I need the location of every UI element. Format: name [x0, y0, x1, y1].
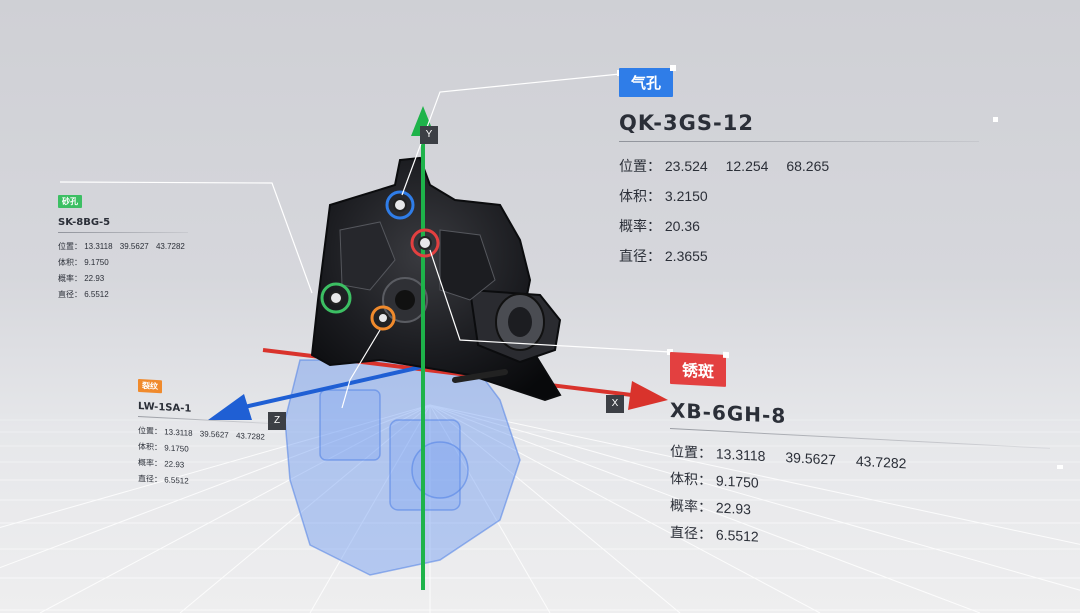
- defect-tag: 砂孔: [58, 195, 82, 208]
- position-label: 位置：: [670, 443, 712, 462]
- position-z: 43.7282: [855, 452, 907, 472]
- defect-code: QK-3GS-12: [619, 111, 754, 135]
- defect-panel-qikong[interactable]: 气孔 QK-3GS-12 位置： 23.524 12.254 68.265 体积…: [619, 65, 1009, 266]
- probability-value: 22.93: [715, 499, 751, 518]
- diameter-label: 直径：: [619, 248, 661, 264]
- position-y: 12.254: [725, 158, 769, 174]
- defect-code: XB-6GH-8: [670, 398, 787, 429]
- defect-panel-small2[interactable]: 裂纹 LW-1SA-1 位置： 13.3118 39.5627 43.7282 …: [138, 375, 288, 492]
- defect-tag-label: 砂孔: [62, 197, 78, 206]
- volume-value: 9.1750: [84, 258, 109, 267]
- diameter-value: 2.3655: [664, 248, 708, 264]
- diameter-label: 直径：: [670, 524, 712, 543]
- tag-corner-dot: [723, 351, 730, 359]
- diameter-value: 6.5512: [84, 290, 109, 299]
- defect-tag: 锈斑: [670, 351, 730, 387]
- volume-value: 3.2150: [664, 188, 708, 204]
- probability-row: 概率： 22.93: [138, 457, 288, 476]
- position-y: 39.5627: [119, 242, 149, 251]
- position-row: 位置： 13.3118 39.5627 43.7282: [138, 425, 288, 444]
- probability-row: 概率： 22.93: [58, 273, 198, 284]
- diameter-label: 直径：: [138, 474, 162, 485]
- probability-label: 概率：: [138, 458, 162, 469]
- position-label: 位置：: [619, 158, 661, 174]
- position-label: 位置：: [138, 426, 162, 437]
- position-x: 13.3118: [715, 445, 766, 465]
- volume-row: 体积： 9.1750: [138, 441, 288, 460]
- probability-label: 概率：: [670, 497, 712, 516]
- probability-label: 概率：: [58, 274, 82, 283]
- diameter-row: 直径： 6.5512: [58, 289, 198, 300]
- diameter-row: 直径： 2.3655: [619, 246, 1009, 266]
- x-axis-label: X: [606, 395, 624, 413]
- defect-tag-label: 气孔: [631, 75, 662, 92]
- part-reflection: [284, 359, 521, 576]
- defect-code: SK-8BG-5: [58, 217, 111, 228]
- diameter-value: 6.5512: [164, 475, 189, 486]
- probability-row: 概率： 20.36: [619, 216, 1009, 236]
- defect-panel-xiuban[interactable]: 锈斑 XB-6GH-8 位置： 13.3118 39.5627 43.7282 …: [670, 351, 1070, 563]
- position-x: 13.3118: [84, 242, 113, 251]
- volume-row: 体积： 3.2150: [619, 186, 1009, 206]
- y-axis-label: Y: [420, 126, 438, 144]
- position-z: 43.7282: [235, 431, 265, 442]
- probability-value: 22.93: [164, 459, 185, 470]
- diameter-label: 直径：: [58, 290, 82, 299]
- defect-tag-label: 锈斑: [682, 362, 715, 382]
- position-z: 43.7282: [155, 242, 185, 251]
- defect-panel-small1[interactable]: 砂孔 SK-8BG-5 位置： 13.3118 39.5627 43.7282 …: [58, 191, 198, 300]
- volume-row: 体积： 9.1750: [58, 257, 198, 268]
- position-y: 39.5627: [199, 429, 229, 440]
- tag-corner-dot: [670, 65, 677, 71]
- position-x: 23.524: [664, 158, 708, 174]
- defect-tag: 气孔: [619, 65, 677, 97]
- position-y: 39.5627: [785, 449, 836, 468]
- probability-label: 概率：: [619, 218, 661, 234]
- volume-value: 9.1750: [715, 472, 759, 491]
- defect-tag: 裂纹: [138, 379, 162, 394]
- probability-value: 22.93: [84, 274, 105, 283]
- divider: [619, 141, 979, 142]
- mechanical-part[interactable]: [310, 156, 562, 402]
- volume-label: 体积：: [138, 442, 162, 453]
- volume-label: 体积：: [670, 470, 712, 489]
- diameter-value: 6.5512: [715, 526, 759, 545]
- volume-value: 9.1750: [164, 443, 189, 454]
- volume-label: 体积：: [619, 188, 661, 204]
- volume-label: 体积：: [58, 258, 82, 267]
- probability-value: 20.36: [664, 218, 700, 234]
- divider: [58, 232, 188, 233]
- position-x: 13.3118: [164, 427, 193, 438]
- position-z: 68.265: [786, 158, 830, 174]
- position-label: 位置：: [58, 242, 82, 251]
- defect-tag-label: 裂纹: [142, 381, 158, 392]
- position-row: 位置： 23.524 12.254 68.265: [619, 156, 1009, 176]
- position-row: 位置： 13.3118 39.5627 43.7282: [58, 241, 198, 252]
